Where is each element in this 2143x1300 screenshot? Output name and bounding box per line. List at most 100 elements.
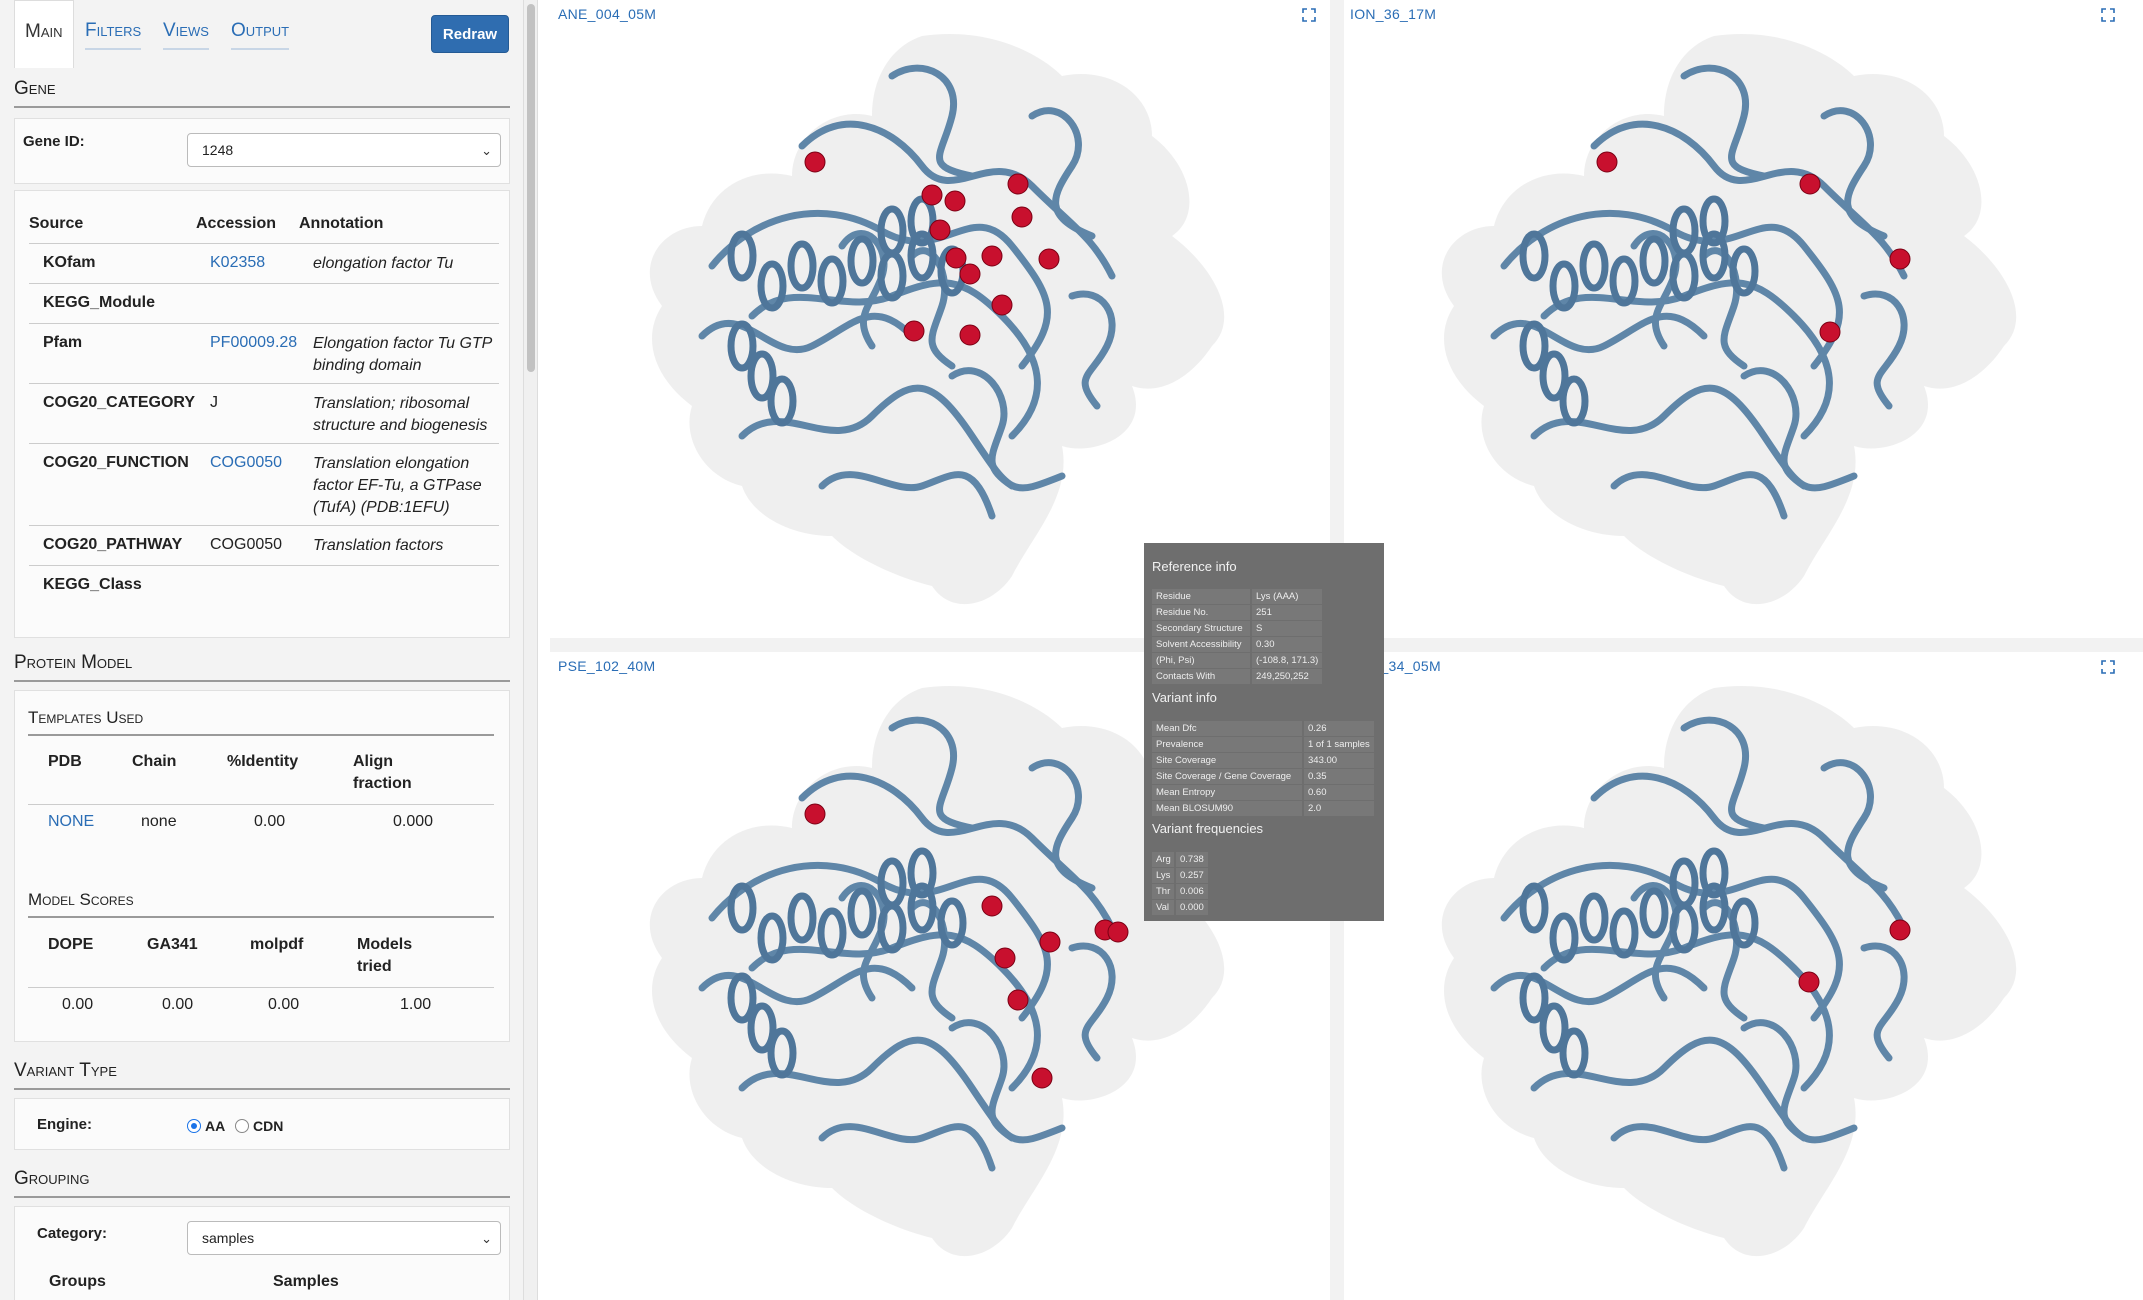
template-chain: none [141, 813, 177, 830]
variant-site-sphere[interactable] [981, 245, 1003, 267]
sidebar-scrollbar[interactable] [524, 0, 538, 1300]
variant-info-title: Variant info [1152, 690, 1217, 705]
annotations-box: Source Accession Annotation KOfam K02358… [14, 190, 510, 638]
gene-id-label: Gene ID: [23, 133, 85, 150]
variant-site-sphere[interactable] [1007, 173, 1029, 195]
annotation-row: KOfam K02358 elongation factor Tu [29, 243, 499, 283]
annotation-source: COG20_PATHWAY [43, 536, 183, 553]
variant-site-sphere[interactable] [1798, 971, 1820, 993]
variant-site-sphere[interactable] [804, 803, 826, 825]
gene-id-select[interactable]: 1248 ⌄ [187, 133, 501, 167]
structure-view-panel[interactable]: RED_34_05M [1344, 652, 2129, 1300]
template-pdb-link[interactable]: NONE [48, 813, 94, 831]
structure-view-panel[interactable]: ION_36_17M [1344, 0, 2129, 638]
divider [28, 804, 494, 805]
tooltip-key: Mean Entropy [1152, 785, 1302, 800]
variant-site-sphere[interactable] [1107, 921, 1129, 943]
variant-site-sphere[interactable] [1889, 248, 1911, 270]
variant-site-sphere[interactable] [1889, 919, 1911, 941]
annotation-accession-link[interactable]: K02358 [210, 254, 265, 272]
variant-site-sphere[interactable] [1007, 989, 1029, 1011]
annotation-source: COG20_FUNCTION [43, 454, 189, 471]
tooltip-key: (Phi, Psi) [1152, 653, 1250, 668]
variant-site-sphere[interactable] [1031, 1067, 1053, 1089]
scores-header-models: Models tried [357, 936, 413, 975]
tooltip-value: 2.0 [1304, 801, 1374, 816]
variant-site-sphere[interactable] [1596, 151, 1618, 173]
variant-site-sphere[interactable] [921, 184, 943, 206]
variant-site-sphere[interactable] [1819, 321, 1841, 343]
variant-site-sphere[interactable] [959, 324, 981, 346]
expand-icon[interactable] [2101, 8, 2115, 22]
expand-icon[interactable] [2101, 660, 2115, 674]
variant-site-sphere[interactable] [945, 247, 967, 269]
category-label: Category: [37, 1225, 108, 1242]
expand-icon[interactable] [1302, 8, 1316, 22]
annotation-source: KEGG_Module [43, 294, 156, 311]
divider [28, 987, 494, 988]
annotation-source: KOfam [43, 254, 96, 271]
variant-site-sphere[interactable] [981, 895, 1003, 917]
gene-id-box: Gene ID: 1248 ⌄ [14, 118, 510, 184]
annotation-accession-link[interactable]: PF00009.28 [210, 334, 297, 352]
tooltip-value: 0.738 [1176, 852, 1208, 867]
protein-structure[interactable] [1384, 16, 2084, 626]
tooltip-key: Arg [1152, 852, 1174, 867]
variant-site-sphere[interactable] [929, 219, 951, 241]
residue-tooltip: Reference info Residue Lys (AAA) Residue N… [1144, 543, 1384, 921]
variant-site-sphere[interactable] [804, 151, 826, 173]
tooltip-value: 0.35 [1304, 769, 1374, 784]
protein-structure[interactable] [592, 16, 1292, 626]
variant-site-sphere[interactable] [994, 947, 1016, 969]
variant-site-sphere[interactable] [903, 320, 925, 342]
category-select[interactable]: samples ⌄ [187, 1221, 501, 1255]
templates-used-title: Templates Used [28, 708, 494, 736]
variant-site-sphere[interactable] [944, 190, 966, 212]
engine-cdn-radio[interactable] [235, 1119, 249, 1133]
reference-info-title: Reference info [1152, 559, 1237, 574]
tooltip-value: Lys (AAA) [1252, 589, 1322, 604]
tooltip-key: Contacts With [1152, 669, 1250, 684]
tooltip-value: 251 [1252, 605, 1322, 620]
tab-views[interactable]: Views [163, 20, 209, 50]
tooltip-value: 0.000 [1176, 900, 1208, 915]
grouping-section-title: Grouping [14, 1168, 510, 1198]
annotation-accession-link[interactable]: COG0050 [210, 454, 282, 472]
variant-site-sphere[interactable] [959, 263, 981, 285]
annotation-row: COG20_PATHWAY COG0050 Translation factor… [29, 525, 499, 565]
variant-site-sphere[interactable] [991, 294, 1013, 316]
redraw-button[interactable]: Redraw [431, 15, 509, 53]
templates-header-identity: %Identity [227, 753, 299, 770]
score-ga341: 0.00 [162, 996, 194, 1013]
tooltip-key: Site Coverage [1152, 753, 1302, 768]
gene-id-value: 1248 [202, 142, 234, 158]
scrollbar-thumb[interactable] [527, 4, 535, 372]
tooltip-key: Lys [1152, 868, 1174, 883]
tooltip-key: Residue [1152, 589, 1250, 604]
templates-header-align: Align fraction [353, 753, 412, 792]
scores-header-ga341: GA341 [147, 936, 198, 953]
tab-filters[interactable]: Filters [85, 20, 142, 50]
variant-site-sphere[interactable] [1799, 173, 1821, 195]
variant-site-sphere[interactable] [1011, 206, 1033, 228]
tooltip-key: Residue No. [1152, 605, 1250, 620]
tooltip-key: Mean Dfc [1152, 721, 1302, 736]
engine-cdn-label: CDN [253, 1118, 284, 1134]
tab-main[interactable]: Main [14, 0, 74, 68]
variant-site-sphere[interactable] [1038, 248, 1060, 270]
annotation-source: Pfam [43, 334, 83, 351]
tooltip-value: 0.257 [1176, 868, 1208, 883]
annotation-text: Translation; ribosomal structure and bio… [313, 395, 488, 434]
annotation-source: COG20_CATEGORY [43, 394, 196, 411]
score-models: 1.00 [400, 996, 432, 1013]
annotation-source: KEGG_Class [43, 576, 142, 593]
engine-aa-radio[interactable] [187, 1119, 201, 1133]
annotations-header-source: Source [29, 215, 84, 232]
tab-output[interactable]: Output [231, 20, 290, 50]
chevron-down-icon: ⌄ [481, 1231, 492, 1246]
protein-structure[interactable] [1384, 668, 2084, 1278]
model-scores-title: Model Scores [28, 890, 494, 918]
engine-aa-label: AA [205, 1118, 226, 1134]
variant-site-sphere[interactable] [1039, 931, 1061, 953]
groups-header: Groups [49, 1273, 106, 1290]
